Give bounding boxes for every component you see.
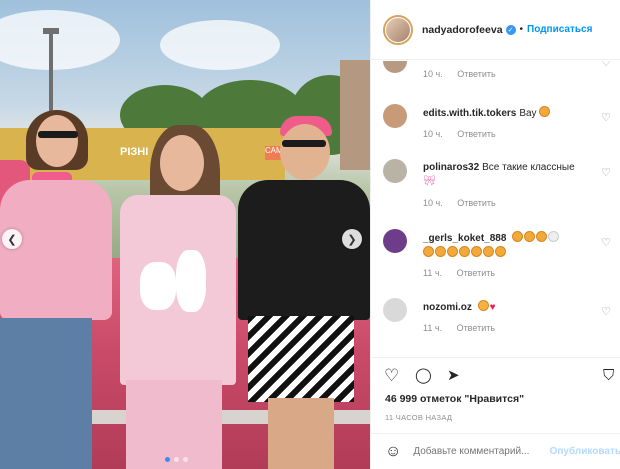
post-photo[interactable]: РІЗНІ САМИ ❮ ❯: [0, 0, 370, 469]
post-header: nadyadorofeeva ✓ • Подписаться: [371, 0, 620, 60]
smiling-face-icon: [495, 246, 506, 257]
carousel-dot: [165, 457, 170, 462]
comment-body: edits.with.tik.tokers Вау: [423, 106, 593, 121]
face: [280, 124, 330, 180]
black-tshirt: [238, 180, 370, 320]
comment-time: 11 ч.: [423, 323, 443, 333]
chevron-right-icon[interactable]: ❯: [342, 229, 362, 249]
post-actions: ♡ ◯ ➤ ⛉ 46 999 отметок "Нравится" 11 ЧАС…: [371, 357, 620, 427]
carousel-dots: [165, 457, 188, 462]
jeans: [0, 318, 92, 469]
chevron-left-icon[interactable]: ❮: [2, 229, 22, 249]
comment-avatar[interactable]: [383, 159, 407, 183]
comment-meta: 11 ч. Ответить: [423, 323, 507, 333]
reply-button[interactable]: Ответить: [457, 198, 495, 208]
comment-username[interactable]: polinaros32: [423, 162, 479, 173]
red-heart-icon: ♥: [489, 302, 496, 313]
face: [36, 115, 78, 167]
add-comment-bar: ☺ Опубликовать: [371, 433, 620, 469]
comment-avatar[interactable]: [383, 61, 407, 73]
likes-count[interactable]: 46 999 отметок "Нравится": [385, 393, 524, 405]
building: [340, 60, 370, 170]
verified-badge-icon: ✓: [505, 24, 516, 35]
cat-face-icon: [477, 300, 489, 311]
smiling-face-icon: [536, 231, 548, 242]
radio-tower: [43, 28, 59, 120]
smiling-face-icon: [423, 246, 434, 257]
avatar-image: [386, 17, 410, 42]
comment-time: 10 ч.: [423, 198, 443, 208]
heart-icon[interactable]: ♡: [601, 111, 611, 124]
cloud: [0, 10, 120, 70]
separator-dot: •: [519, 24, 524, 35]
bookmark-icon[interactable]: ⛉: [603, 366, 614, 386]
pink-trousers: [126, 380, 222, 469]
comment-avatar[interactable]: [383, 229, 407, 253]
post-timestamp: 11 ЧАСОВ НАЗАД: [385, 413, 453, 422]
carousel-dot: [183, 457, 188, 462]
comment-username[interactable]: edits.with.tik.tokers: [423, 108, 516, 119]
ribbon-icon: 🎀︎: [423, 176, 436, 187]
comment-meta: 11 ч. Ответить: [423, 268, 507, 278]
comment-avatar[interactable]: [383, 104, 407, 128]
username[interactable]: nadyadorofeeva: [422, 24, 503, 36]
comment-icon[interactable]: ◯: [415, 366, 432, 386]
zigzag-shorts: [248, 316, 354, 402]
comment-body: nozomi.oz ♥: [423, 300, 593, 315]
smiling-face-icon: [524, 231, 536, 242]
publish-button[interactable]: Опубликовать: [550, 446, 620, 457]
feather-cuff: [176, 250, 206, 312]
sunglasses: [282, 140, 326, 147]
comment-username[interactable]: _gerls_koket_888: [423, 233, 506, 244]
smiling-face-icon: [471, 246, 482, 257]
reply-button[interactable]: Ответить: [457, 129, 495, 139]
avatar[interactable]: [383, 14, 413, 45]
legs: [268, 398, 334, 469]
comment-time: 10 ч.: [423, 69, 443, 79]
follow-button[interactable]: Подписаться: [527, 24, 592, 35]
smiling-face-icon: [447, 246, 458, 257]
reply-button[interactable]: Ответить: [457, 268, 495, 278]
comment-meta: 10 ч. Ответить: [423, 129, 508, 139]
reply-button[interactable]: Ответить: [457, 323, 495, 333]
feather-cuff: [140, 262, 176, 310]
comment-avatar[interactable]: [383, 298, 407, 322]
heart-icon[interactable]: ♡: [601, 305, 611, 318]
comment-username[interactable]: nozomi.oz: [423, 302, 472, 313]
comments-list[interactable]: 10 ч. Ответить ♡ edits.with.tik.tokers Ва…: [371, 61, 620, 357]
comment-text: Все такие классные: [482, 162, 575, 173]
sunglasses: [38, 131, 78, 138]
smiling-face-icon: [539, 106, 551, 117]
cloud: [160, 20, 280, 70]
comment-body: _gerls_koket_888: [423, 231, 593, 261]
heart-icon[interactable]: ♡: [601, 236, 611, 249]
smiling-face-icon: [459, 246, 470, 257]
share-icon[interactable]: ➤: [447, 366, 460, 386]
like-heart-icon[interactable]: ♡: [384, 366, 399, 386]
comment-time: 11 ч.: [423, 268, 443, 278]
comment-text: Вау: [519, 108, 537, 119]
emoji-picker-icon[interactable]: ☺: [385, 443, 401, 461]
pink-sweater: [0, 180, 112, 320]
comment-input[interactable]: [413, 446, 548, 457]
comment-meta: 10 ч. Ответить: [423, 198, 508, 208]
comment-meta: 10 ч. Ответить: [423, 69, 508, 79]
smiling-face-icon: [512, 231, 524, 242]
face: [160, 135, 204, 191]
carousel-dot: [174, 457, 179, 462]
post-side-panel: nadyadorofeeva ✓ • Подписаться 10 ч. Отв…: [370, 0, 620, 469]
smiling-face-icon: [483, 246, 494, 257]
comment-body: polinaros32 Все такие классные 🎀︎: [423, 161, 593, 189]
comment-time: 10 ч.: [423, 129, 443, 139]
smiling-face-icon: [548, 231, 560, 242]
smiling-face-icon: [435, 246, 446, 257]
heart-icon[interactable]: ♡: [601, 61, 611, 69]
heart-icon[interactable]: ♡: [601, 166, 611, 179]
reply-button[interactable]: Ответить: [457, 69, 495, 79]
billboard-text: РІЗНІ: [120, 146, 149, 158]
